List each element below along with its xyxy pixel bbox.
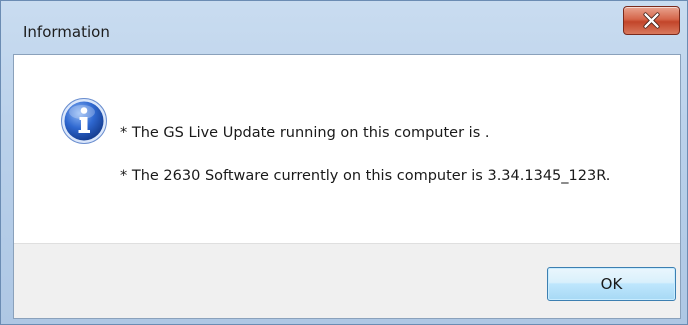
information-icon — [61, 98, 107, 144]
message-area: * The GS Live Update running on this com… — [14, 55, 680, 243]
title-bar[interactable]: Information — [1, 1, 687, 51]
message-line-software-version: * The 2630 Software currently on this co… — [120, 168, 611, 184]
ok-button[interactable]: OK — [547, 267, 676, 301]
dialog-window: Information * The GS Live Update running… — [0, 0, 688, 325]
close-button[interactable] — [623, 6, 680, 35]
dialog-title: Information — [23, 23, 110, 41]
button-bar: OK — [14, 243, 680, 318]
close-icon — [643, 12, 660, 29]
message-line-live-update: * The GS Live Update running on this com… — [120, 125, 490, 141]
dialog-client-area: * The GS Live Update running on this com… — [13, 54, 681, 319]
